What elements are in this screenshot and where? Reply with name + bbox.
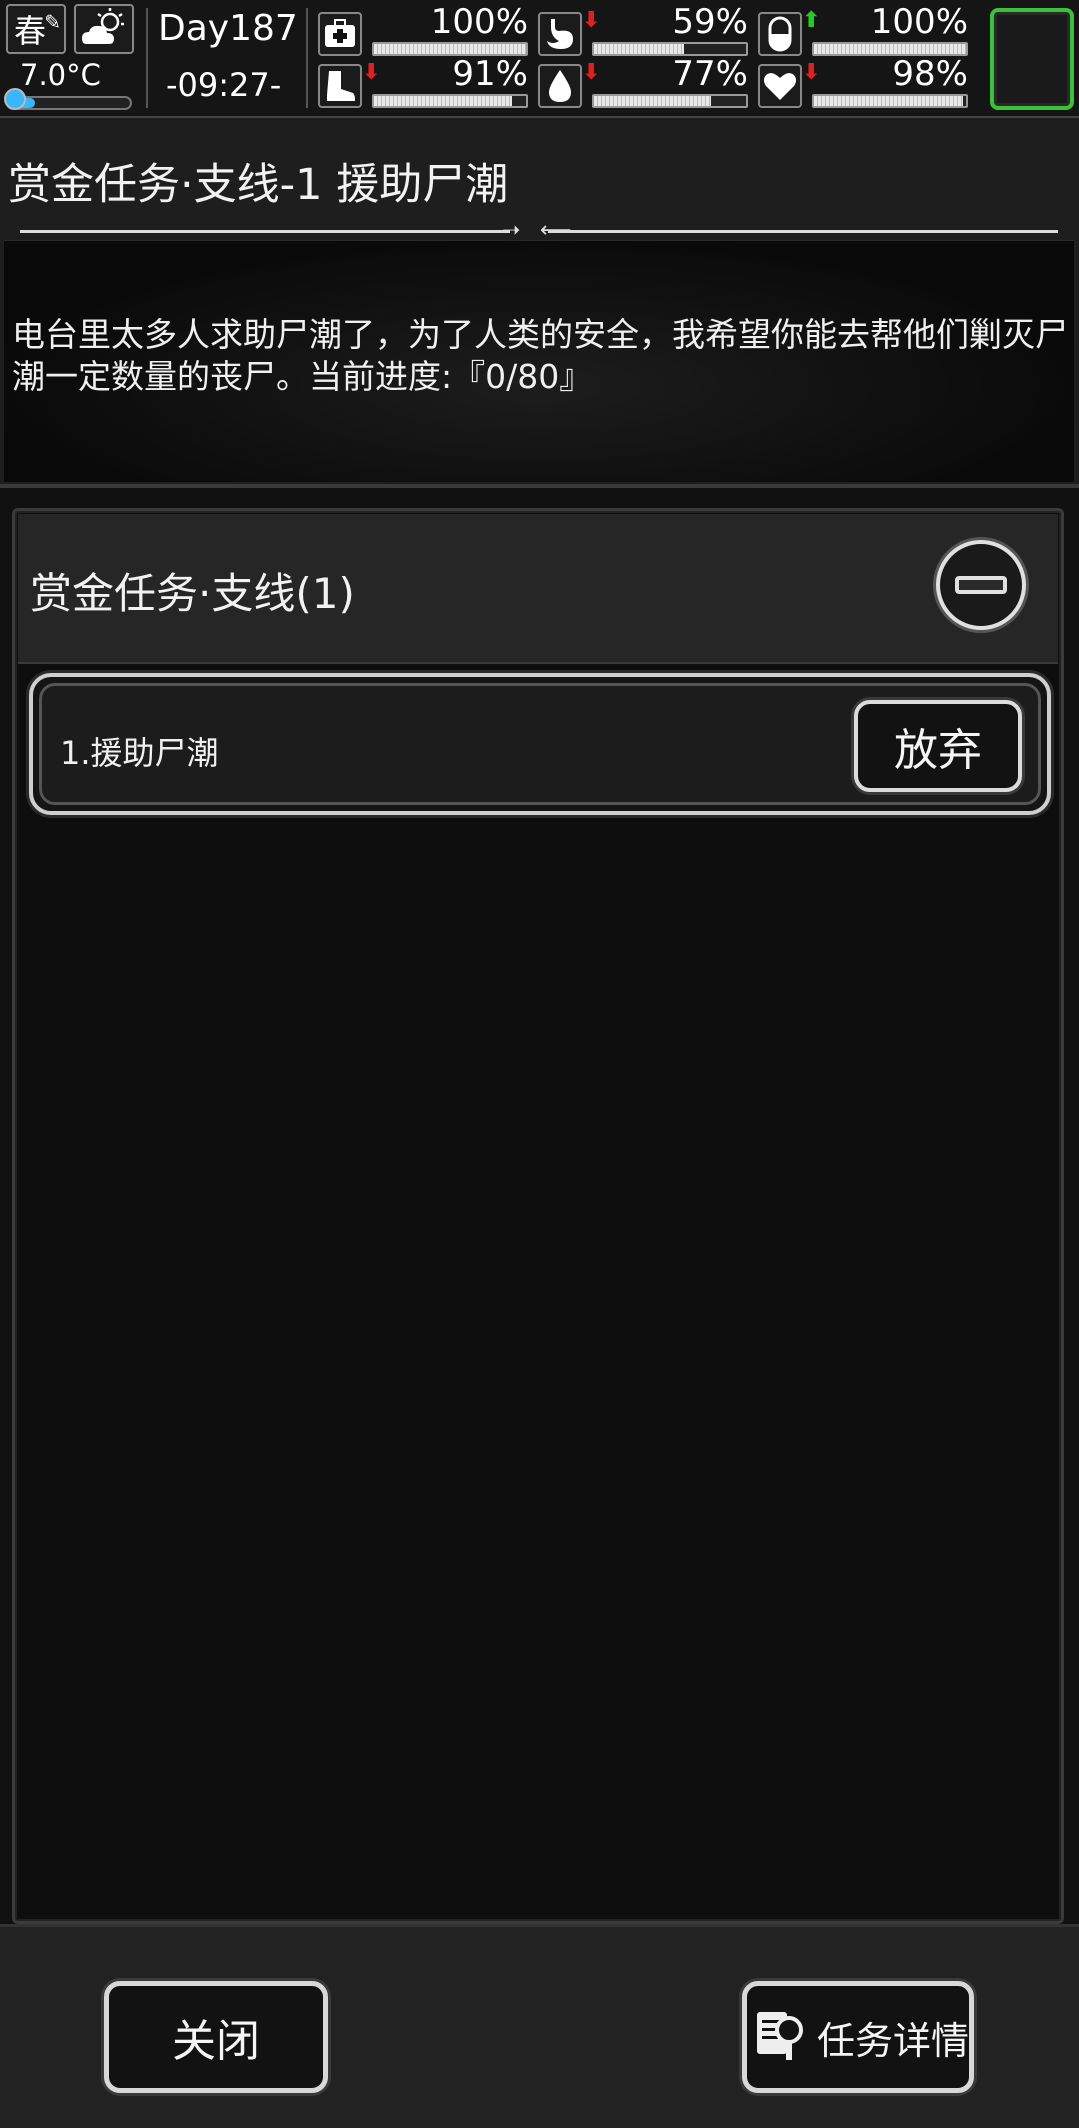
pill-icon — [758, 12, 802, 56]
hud-divider — [306, 8, 308, 108]
stamina-value: 91% — [452, 54, 528, 94]
quest-description: 电台里太多人求助尸潮了，为了人类的安全，我希望你能去帮他们剿灭尸潮一定数量的丧尸… — [12, 315, 1068, 396]
boot-icon — [318, 64, 362, 108]
stat-medicine: ⬆ 100% — [758, 2, 968, 58]
thermometer-icon — [4, 88, 26, 110]
quest-list-panel: 赏金任务·支线(1) 1.援助尸潮 放弃 — [12, 508, 1064, 1924]
medicine-value: 100% — [870, 2, 968, 42]
bottom-action-bar: 关闭 任务详情 — [0, 1924, 1079, 2128]
water-drop-icon — [538, 64, 582, 108]
stat-health: 100% — [318, 2, 528, 58]
hunger-trend-down-icon: ⬇ — [582, 8, 601, 33]
stamina-trend-down-icon: ⬇ — [362, 60, 381, 85]
medicine-trend-up-icon: ⬆ — [802, 8, 821, 33]
stat-hunger: ⬇ 59% — [538, 2, 748, 58]
thirst-value: 77% — [672, 54, 748, 94]
game-clock: -09:27- — [166, 66, 282, 104]
stat-thirst: ⬇ 77% — [538, 54, 748, 110]
quest-item-name: 1.援助尸潮 — [60, 734, 219, 772]
title-divider-left — [20, 230, 510, 233]
season-label: 春 — [14, 12, 47, 50]
stat-stamina: ⬇ 91% — [318, 54, 528, 110]
first-aid-kit-icon — [318, 12, 362, 56]
temperature-readout: 7.0°C — [20, 58, 101, 92]
quest-list-item[interactable]: 1.援助尸潮 放弃 — [29, 673, 1051, 815]
season-indicator: 春 ✎ — [6, 4, 66, 54]
hunger-value: 59% — [672, 2, 748, 42]
heart-icon — [758, 64, 802, 108]
day-counter: Day187 — [158, 8, 298, 49]
hud-divider — [146, 8, 148, 108]
quest-detail-panel: 赏金任务·支线-1 援助尸潮 ➝ ⟵ 电台里太多人求助尸潮了，为了人类的安全，我… — [0, 118, 1079, 488]
quest-details-label: 任务详情 — [817, 2018, 970, 2063]
minus-icon — [955, 576, 1007, 594]
stomach-icon — [538, 12, 582, 56]
close-button[interactable]: 关闭 — [104, 1981, 328, 2093]
health-value: 100% — [430, 2, 528, 42]
thirst-trend-down-icon: ⬇ — [582, 60, 601, 85]
mood-value: 98% — [892, 54, 968, 94]
mood-trend-down-icon: ⬇ — [802, 60, 821, 85]
character-slot[interactable] — [990, 8, 1074, 110]
abandon-button[interactable]: 放弃 — [854, 700, 1022, 792]
quest-category-header[interactable]: 赏金任务·支线(1) — [18, 514, 1058, 664]
status-hud: 春 ✎ 7.0°C Day187 -09:27- 100% ⬇ 59% ⬆ 10… — [0, 0, 1079, 118]
leaf-icon: ✎ — [44, 10, 61, 34]
quest-title: 赏金任务·支线-1 援助尸潮 — [8, 160, 509, 210]
stat-mood: ⬇ 98% — [758, 54, 968, 110]
title-divider-right — [548, 230, 1058, 233]
quest-category-title: 赏金任务·支线(1) — [30, 569, 355, 618]
collapse-button[interactable] — [936, 540, 1026, 630]
magnifier-document-icon — [753, 2006, 811, 2068]
weather-icon — [74, 4, 134, 54]
quest-details-button[interactable]: 任务详情 — [742, 1981, 974, 2093]
